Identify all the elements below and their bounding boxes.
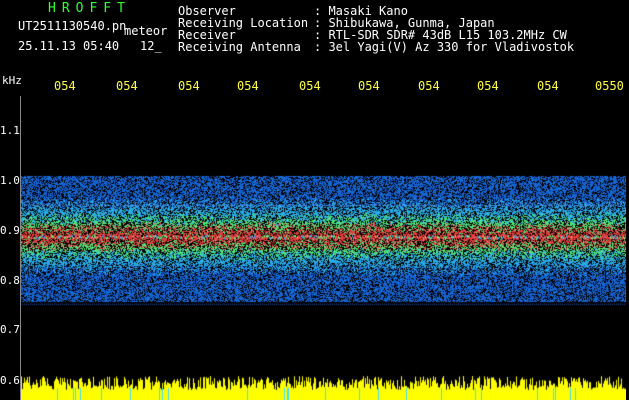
- y-tick-label: 0.7: [0, 323, 20, 336]
- axis-unit-label: kHz: [2, 74, 22, 87]
- hrofft-screen: HROFFT UT2511130540.pn meteor 25.11.13 0…: [0, 0, 629, 400]
- time-tick-label: 054: [537, 79, 559, 93]
- time-tick-label: 054: [178, 79, 200, 93]
- y-tick-label: 1.0: [0, 174, 20, 187]
- y-tick-label: 1.1: [0, 124, 20, 137]
- info-label: Receiving Antenna: [178, 40, 301, 54]
- info-value: : 3el Yagi(V) Az 330 for Vladivostok: [314, 40, 575, 54]
- time-tick-label: 0550: [595, 79, 624, 93]
- time-tick-label: 054: [299, 79, 321, 93]
- time-tick-label: 054: [54, 79, 76, 93]
- time-tick-label: 054: [237, 79, 259, 93]
- time-tick-label: 054: [358, 79, 380, 93]
- y-tick-label: 0.9: [0, 224, 20, 237]
- app-title: HROFFT: [48, 1, 131, 16]
- station-info: Observer : Masaki Kano Receiving Locatio…: [178, 5, 574, 53]
- time-tick-label: 054: [418, 79, 440, 93]
- meteor-label: meteor: [124, 24, 168, 38]
- spectrogram-canvas: [20, 96, 626, 400]
- y-tick-label: 0.6: [0, 374, 20, 387]
- info-row-antenna: Receiving Antenna : 3el Yagi(V) Az 330 f…: [178, 41, 574, 53]
- frame-index: 12_: [140, 39, 162, 53]
- capture-datetime: 25.11.13 05:40: [18, 39, 120, 53]
- time-tick-label: 054: [116, 79, 138, 93]
- time-tick-label: 054: [477, 79, 499, 93]
- y-tick-label: 0.8: [0, 274, 20, 287]
- file-name: UT2511130540.pn: [18, 19, 127, 33]
